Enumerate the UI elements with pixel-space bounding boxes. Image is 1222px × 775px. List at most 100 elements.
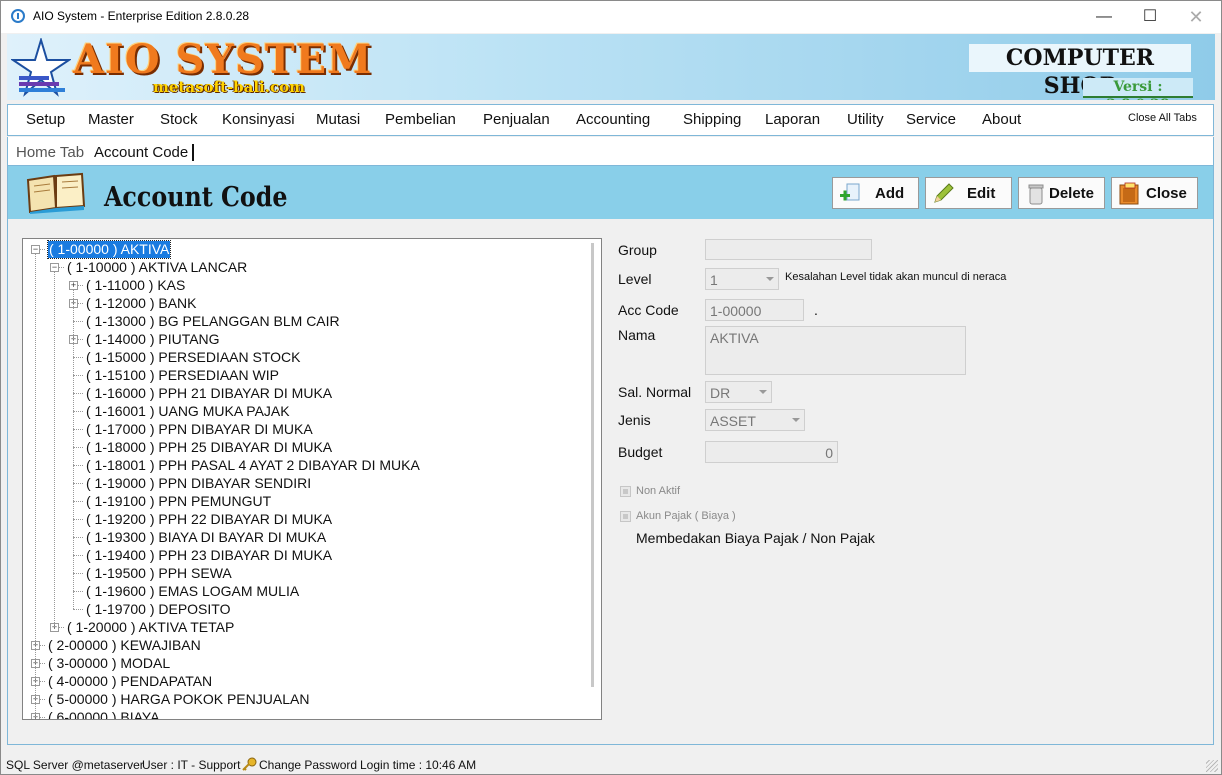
menu-bar: Setup Master Stock Konsinyasi Mutasi Pem…: [7, 104, 1214, 136]
menu-mutasi[interactable]: Mutasi: [316, 111, 360, 128]
tree-node[interactable]: ( 1-15100 ) PERSEDIAAN WIP: [86, 367, 279, 384]
budget-field[interactable]: 0: [705, 441, 838, 463]
tree-node[interactable]: ( 1-19200 ) PPH 22 DIBAYAR DI MUKA: [86, 511, 332, 528]
tree-node[interactable]: ( 1-18001 ) PPH PASAL 4 AYAT 2 DIBAYAR D…: [86, 457, 420, 474]
tree-node[interactable]: ( 1-13000 ) BG PELANGGAN BLM CAIR: [86, 313, 340, 330]
tree-node[interactable]: ( 1-20000 ) AKTIVA TETAP: [67, 619, 234, 636]
edit-button[interactable]: Edit: [925, 177, 1012, 209]
menu-master[interactable]: Master: [88, 111, 134, 128]
tab-account-code[interactable]: Account Code: [94, 144, 195, 161]
tree-guide: [35, 254, 36, 717]
key-icon: [242, 757, 257, 771]
menu-setup[interactable]: Setup: [26, 111, 65, 128]
menu-shipping[interactable]: Shipping: [683, 111, 741, 128]
level-note: Kesalahan Level tidak akan muncul di ner…: [785, 271, 1007, 283]
delete-button[interactable]: Delete: [1018, 177, 1105, 209]
tree-node[interactable]: ( 1-12000 ) BANK: [86, 295, 197, 312]
resize-grip[interactable]: [1206, 760, 1218, 772]
close-all-tabs-link[interactable]: Close All Tabs: [1128, 112, 1197, 124]
non-aktif-checkbox[interactable]: [620, 486, 631, 497]
tree-node[interactable]: ( 1-00000 ) AKTIVA: [46, 240, 172, 259]
aio-logo-icon: [11, 38, 71, 97]
tree-node[interactable]: ( 1-16001 ) UANG MUKA PAJAK: [86, 403, 290, 420]
tree-node[interactable]: ( 4-00000 ) PENDAPATAN: [48, 673, 212, 690]
trash-icon: [1028, 184, 1044, 205]
nama-field[interactable]: AKTIVA: [705, 326, 966, 375]
tab-home[interactable]: Home Tab: [16, 144, 84, 161]
shop-name: COMPUTER SHOP: [969, 44, 1191, 99]
akun-pajak-label: Akun Pajak ( Biaya ): [636, 510, 736, 522]
tree-connector: [73, 375, 83, 376]
tree-node[interactable]: ( 1-18000 ) PPH 25 DIBAYAR DI MUKA: [86, 439, 332, 456]
level-combo[interactable]: 1: [705, 268, 779, 290]
maximize-button[interactable]: ☐: [1127, 1, 1173, 33]
logo-text: AIO SYSTEM: [73, 36, 373, 83]
tree-connector: [73, 537, 83, 538]
tab-bar: Home Tab Account Code: [7, 137, 1214, 165]
collapse-icon[interactable]: −: [31, 245, 40, 254]
tree-node[interactable]: ( 1-19300 ) BIAYA DI BAYAR DI MUKA: [86, 529, 326, 546]
add-button[interactable]: Add: [832, 177, 919, 209]
tree-connector: [73, 465, 83, 466]
sal-normal-label: Sal. Normal: [618, 384, 692, 400]
tree-connector: [73, 429, 83, 430]
tree-connector: [73, 609, 83, 610]
tree-node[interactable]: ( 1-19100 ) PPN PEMUNGUT: [86, 493, 271, 510]
tree-node[interactable]: ( 6-00000 ) BIAYA: [48, 709, 160, 719]
menu-utility[interactable]: Utility: [847, 111, 884, 128]
menu-pembelian[interactable]: Pembelian: [385, 111, 456, 128]
menu-accounting[interactable]: Accounting: [576, 111, 650, 128]
tree-node[interactable]: ( 2-00000 ) KEWAJIBAN: [48, 637, 201, 654]
jenis-value: ASSET: [710, 413, 756, 429]
menu-konsinyasi[interactable]: Konsinyasi: [222, 111, 295, 128]
tree-connector: [73, 321, 83, 322]
close-button[interactable]: Close: [1111, 177, 1198, 209]
tree-node[interactable]: ( 1-17000 ) PPN DIBAYAR DI MUKA: [86, 421, 313, 438]
tree-connector: [73, 573, 83, 574]
tree-node[interactable]: ( 5-00000 ) HARGA POKOK PENJUALAN: [48, 691, 309, 708]
collapse-icon[interactable]: −: [50, 263, 59, 272]
logo-subtext: metasoft-bali.com: [153, 78, 305, 96]
tree-node[interactable]: ( 1-19500 ) PPH SEWA: [86, 565, 232, 582]
app-icon: [11, 9, 25, 23]
tree-node[interactable]: ( 3-00000 ) MODAL: [48, 655, 170, 672]
tree-node[interactable]: ( 1-19600 ) EMAS LOGAM MULIA: [86, 583, 299, 600]
menu-stock[interactable]: Stock: [160, 111, 198, 128]
tree-node[interactable]: ( 1-14000 ) PIUTANG: [86, 331, 220, 348]
menu-penjualan[interactable]: Penjualan: [483, 111, 550, 128]
close-button-label: Close: [1146, 185, 1187, 202]
account-tree[interactable]: −( 1-00000 ) AKTIVA −( 1-10000 ) AKTIVA L…: [22, 238, 602, 720]
group-field[interactable]: [705, 239, 872, 260]
tree-node[interactable]: ( 1-19400 ) PPH 23 DIBAYAR DI MUKA: [86, 547, 332, 564]
delete-button-label: Delete: [1049, 185, 1095, 202]
close-window-button[interactable]: ✕: [1173, 1, 1219, 33]
exit-door-icon: [1119, 182, 1139, 205]
tree-node[interactable]: ( 1-15000 ) PERSEDIAAN STOCK: [86, 349, 300, 366]
tree-connector: [73, 393, 83, 394]
jenis-combo[interactable]: ASSET: [705, 409, 805, 431]
change-password-link[interactable]: Change Password: [259, 758, 357, 772]
chevron-down-icon: [766, 277, 774, 281]
tree-connector: [73, 501, 83, 502]
tree-guide: [54, 272, 55, 627]
tree-node[interactable]: ( 1-16000 ) PPH 21 DIBAYAR DI MUKA: [86, 385, 332, 402]
level-value: 1: [710, 272, 718, 288]
minimize-button[interactable]: —: [1081, 1, 1127, 33]
tree-node[interactable]: ( 1-19700 ) DEPOSITO: [86, 601, 230, 618]
tree-node[interactable]: ( 1-11000 ) KAS: [86, 277, 185, 294]
tree-scrollbar[interactable]: [591, 243, 594, 687]
level-label: Level: [618, 271, 652, 287]
tree-connector: [73, 591, 83, 592]
expand-icon[interactable]: +: [69, 281, 78, 290]
menu-laporan[interactable]: Laporan: [765, 111, 820, 128]
acc-code-field[interactable]: 1-00000: [705, 299, 804, 321]
sal-normal-value: DR: [710, 385, 731, 401]
sal-normal-combo[interactable]: DR: [705, 381, 772, 403]
tree-node[interactable]: ( 1-19000 ) PPN DIBAYAR SENDIRI: [86, 475, 311, 492]
tree-node[interactable]: ( 1-10000 ) AKTIVA LANCAR: [67, 259, 247, 276]
menu-service[interactable]: Service: [906, 111, 956, 128]
akun-pajak-checkbox[interactable]: [620, 511, 631, 522]
tree-connector: [73, 483, 83, 484]
tree-connector: [73, 447, 83, 448]
menu-about[interactable]: About: [982, 111, 1021, 128]
